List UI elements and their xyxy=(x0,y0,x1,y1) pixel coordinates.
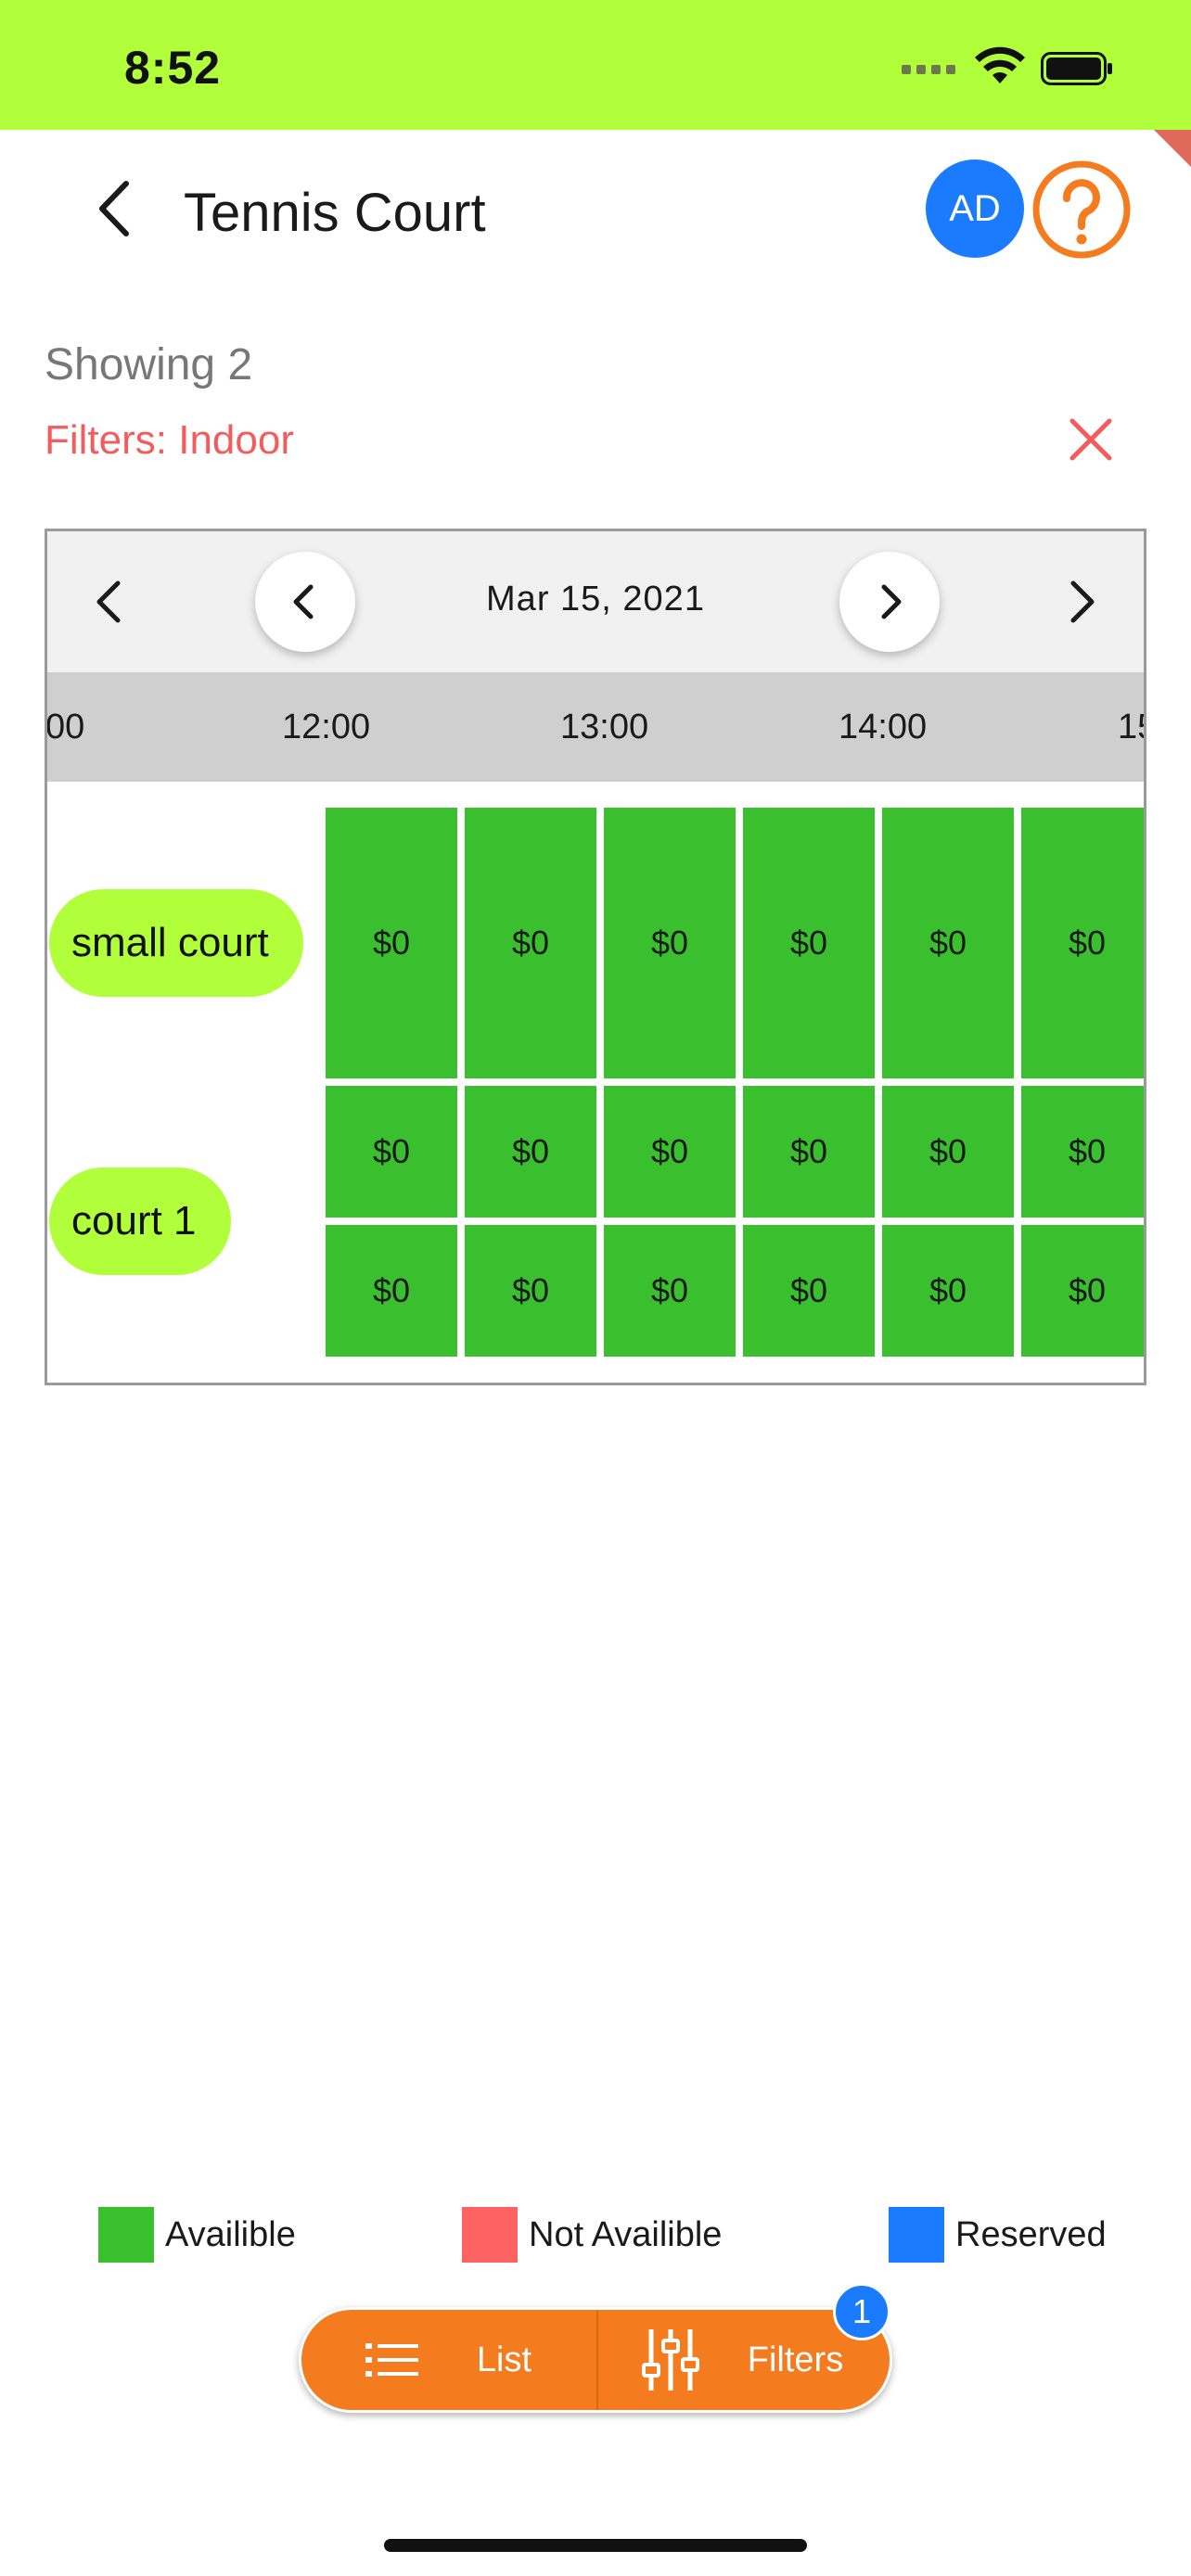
legend-label: Availible xyxy=(165,2214,296,2254)
chevron-left-icon xyxy=(99,181,129,236)
legend-label: Reserved xyxy=(955,2214,1107,2254)
filters-label: Filters xyxy=(747,2340,844,2379)
filter-count-badge: 1 xyxy=(833,2283,890,2340)
next-day-button[interactable] xyxy=(839,552,940,652)
time-slot[interactable]: $0 xyxy=(465,1086,596,1218)
next-week-button[interactable] xyxy=(1053,572,1108,631)
wifi-icon xyxy=(975,46,1025,83)
legend-label: Not Availible xyxy=(529,2214,723,2254)
time-slot[interactable]: $0 xyxy=(326,808,457,1078)
corner-ribbon xyxy=(1154,130,1191,167)
legend-swatch-reserved xyxy=(889,2207,944,2263)
time-label: 00 xyxy=(45,708,85,746)
view-toggle: List Filters xyxy=(299,2307,892,2413)
close-icon xyxy=(1069,418,1112,461)
legend-not-available: Not Availible xyxy=(462,2207,722,2263)
current-date: Mar 15, 2021 xyxy=(486,580,705,618)
time-slot[interactable]: $0 xyxy=(326,1225,457,1357)
status-time: 8:52 xyxy=(124,42,222,94)
help-button[interactable] xyxy=(1031,159,1132,260)
time-slot[interactable]: $0 xyxy=(743,1225,875,1357)
time-slot[interactable]: $0 xyxy=(604,1086,736,1218)
time-slot[interactable]: $0 xyxy=(465,1225,596,1357)
showing-count: Showing 2 xyxy=(45,340,253,389)
chevron-right-icon xyxy=(1070,580,1095,623)
time-slot[interactable]: $0 xyxy=(882,1086,1014,1218)
time-slot[interactable]: $0 xyxy=(465,808,596,1078)
time-slot[interactable]: $0 xyxy=(1021,1086,1144,1218)
time-slot[interactable]: $0 xyxy=(604,808,736,1078)
date-navigator: Mar 15, 2021 xyxy=(47,531,1144,672)
time-slot[interactable]: $0 xyxy=(743,1086,875,1218)
avatar[interactable]: AD xyxy=(926,159,1024,258)
chevron-right-icon xyxy=(881,584,902,619)
legend-reserved: Reserved xyxy=(889,2207,1107,2263)
time-label: 15 xyxy=(1118,708,1144,746)
back-button[interactable] xyxy=(89,176,145,241)
legend-swatch-not-available xyxy=(462,2207,518,2263)
time-label: 13:00 xyxy=(560,708,649,746)
sliders-icon xyxy=(641,2329,699,2391)
time-slot[interactable]: $0 xyxy=(882,1225,1014,1357)
time-slot[interactable]: $0 xyxy=(1021,1225,1144,1357)
status-bar: 8:52 xyxy=(0,0,1191,130)
page-title: Tennis Court xyxy=(184,183,486,243)
court-scheduler: Mar 15, 2021 00 12:00 13:00 14:00 15 sma… xyxy=(45,529,1146,1385)
court-label-small-court[interactable]: small court xyxy=(49,889,303,997)
list-icon xyxy=(365,2343,418,2377)
active-filters: Filters: Indoor xyxy=(45,417,294,463)
legend-swatch-available xyxy=(98,2207,154,2263)
time-label: 14:00 xyxy=(839,708,928,746)
time-slot[interactable]: $0 xyxy=(743,808,875,1078)
list-view-button[interactable]: List xyxy=(301,2310,596,2410)
time-slot[interactable]: $0 xyxy=(1021,808,1144,1078)
time-axis: 00 12:00 13:00 14:00 15 xyxy=(47,672,1144,782)
list-label: List xyxy=(476,2340,532,2379)
legend-available: Availible xyxy=(98,2207,296,2263)
battery-icon xyxy=(1041,52,1112,85)
home-indicator xyxy=(384,2539,807,2552)
time-slot[interactable]: $0 xyxy=(326,1086,457,1218)
time-slot[interactable]: $0 xyxy=(604,1225,736,1357)
court-label-court-1[interactable]: court 1 xyxy=(49,1167,231,1275)
cellular-signal-icon xyxy=(902,65,955,76)
time-slot[interactable]: $0 xyxy=(882,808,1014,1078)
clear-filters-button[interactable] xyxy=(1067,415,1115,464)
time-label: 12:00 xyxy=(282,708,371,746)
